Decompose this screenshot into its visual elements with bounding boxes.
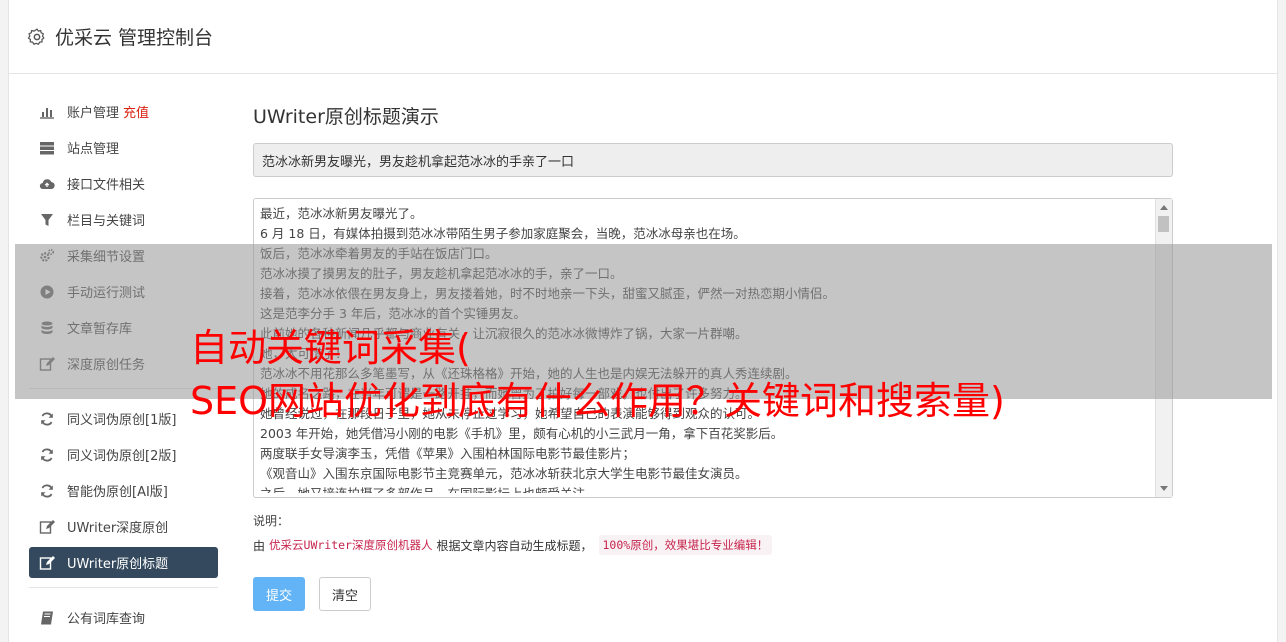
sidebar-item-label: 智能伪原创[AI版] (67, 485, 168, 500)
note-label: 说明： (253, 514, 290, 528)
sidebar-item[interactable]: UWriter深度原创 (29, 511, 218, 542)
sidebar-item[interactable]: 站点管理 (29, 132, 218, 163)
sidebar-item-label: 账户管理 (67, 106, 120, 121)
sidebar-item-label: 栏目与关键词 (67, 214, 146, 229)
clear-button[interactable]: 清空 (319, 577, 372, 611)
sidebar-item[interactable]: 账户管理 充值 (29, 96, 218, 127)
sidebar-item-label: 同义词伪原创[2版] (67, 449, 177, 464)
refresh-icon (39, 483, 55, 499)
header: 优采云 管理控制台 (9, 0, 1277, 74)
page-title: UWriter原创标题演示 (253, 106, 439, 128)
watermark-text: 自动关键词采集( SEO网站优化到底有什么作用？关键词和搜索量) (190, 322, 1005, 428)
note-highlight: 100%原创，效果堪比专业编辑！ (598, 535, 773, 555)
refresh-icon (39, 411, 55, 427)
sidebar-item-label: UWriter原创标题 (67, 557, 169, 572)
scroll-down-icon[interactable] (1160, 486, 1168, 491)
note-line: 由 优采云UWriter深度原创机器人 根据文章内容自动生成标题， 100%原创… (253, 534, 1173, 556)
recharge-link[interactable]: 充值 (123, 102, 149, 121)
console-title: 优采云 管理控制台 (55, 27, 214, 49)
sidebar-item-label: 站点管理 (67, 142, 120, 157)
scroll-thumb[interactable] (1158, 216, 1169, 232)
edit-icon (39, 519, 55, 535)
button-row: 提交 清空 (253, 577, 1173, 611)
content-line: 最近，范冰冰新男友曝光了。 (260, 206, 423, 221)
filter-icon (39, 212, 55, 228)
sidebar-item-label: UWriter深度原创 (67, 521, 169, 536)
sidebar-item-label: 接口文件相关 (67, 178, 146, 193)
watermark-line-2: SEO网站优化到底有什么作用？关键词和搜索量) (190, 379, 1005, 423)
book-icon (39, 610, 55, 626)
note-robot-name: 优采云UWriter深度原创机器人 (269, 538, 433, 552)
content-line: 6 月 18 日，有媒体拍摄到范冰冰带陌生男子参加家庭聚会，当晚，范冰冰母亲也在… (260, 226, 746, 241)
sidebar-item[interactable]: 接口文件相关 (29, 168, 218, 199)
sidebar-item[interactable]: 栏目与关键词 (29, 204, 218, 235)
submit-button[interactable]: 提交 (253, 577, 306, 611)
note-middle: 根据文章内容自动生成标题， (436, 538, 593, 553)
content-line: 《观音山》入围东京国际电影节主竞赛单元，范冰冰斩获北京大学生电影节最佳女演员。 (260, 466, 748, 481)
scroll-up-icon[interactable] (1160, 205, 1168, 210)
sidebar-item-label: 同义词伪原创[1版] (67, 413, 177, 428)
sidebar-divider (29, 587, 218, 588)
gear-icon (27, 27, 45, 45)
sidebar-item[interactable]: UWriter原创标题 (29, 547, 218, 578)
title-field[interactable] (253, 143, 1173, 177)
sidebar-item[interactable]: 同义词伪原创[2版] (29, 439, 218, 470)
refresh-icon (39, 447, 55, 463)
cloud-upload-icon (39, 176, 55, 192)
sidebar-item[interactable]: 智能伪原创[AI版] (29, 475, 218, 506)
content-line: 之后，她又接连拍摄了多部作品，在国际影坛上也颇受关注。 (260, 484, 1152, 493)
bar-chart-icon (39, 104, 55, 120)
note-prefix: 由 (253, 538, 266, 553)
content-line: 两度联手女导演李玉，凭借《苹果》入围柏林国际电影节最佳影片； (260, 446, 636, 461)
watermark-line-1: 自动关键词采集( (190, 326, 471, 370)
edit-icon (39, 555, 55, 571)
sidebar-item-label: 公有词库查询 (67, 612, 146, 627)
sidebar-item[interactable]: 公有词库查询 (29, 602, 218, 633)
server-icon (39, 140, 55, 156)
